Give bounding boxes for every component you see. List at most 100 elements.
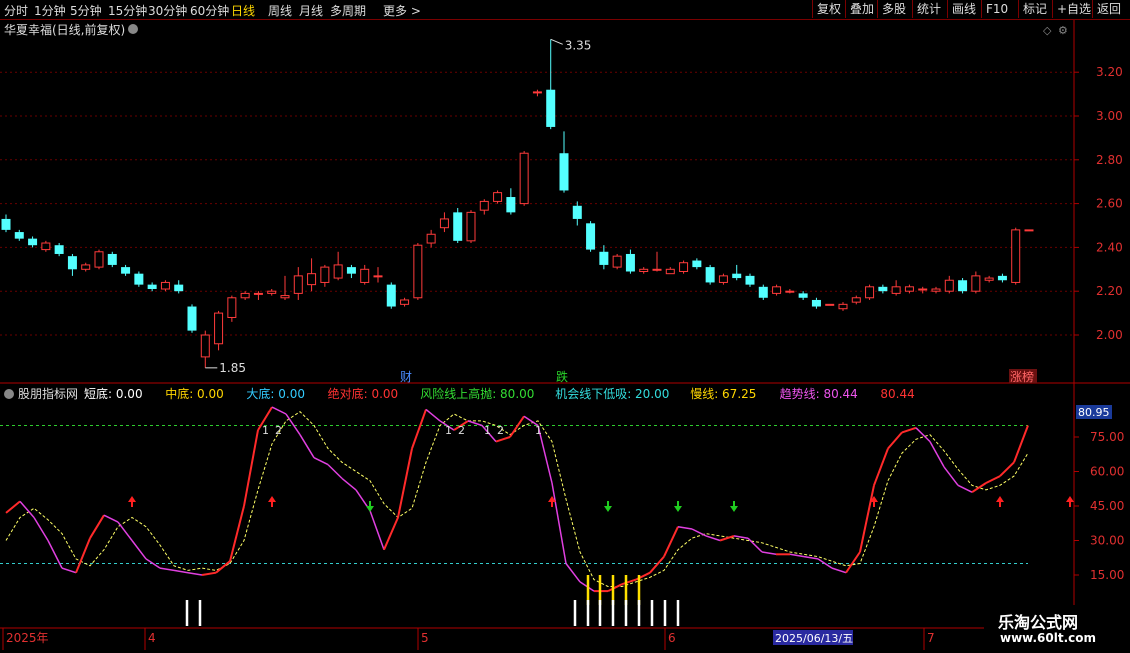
cursor-date: 2025/06/13/五	[775, 632, 853, 645]
signal-number: 2	[275, 424, 282, 437]
down-arrow-icon	[730, 501, 738, 512]
toolbar-button-1[interactable]: 叠加	[845, 0, 879, 18]
period-tab-4[interactable]: 30分钟	[148, 2, 187, 19]
candle-body	[426, 233, 436, 244]
candle-body	[479, 200, 489, 211]
candle-body	[1024, 229, 1034, 232]
chevron-down-icon	[4, 389, 14, 399]
trend-segment	[299, 434, 315, 459]
trend-segment	[215, 560, 231, 574]
trend-segment	[929, 441, 945, 468]
price-axis-label: 2.20	[1096, 284, 1123, 298]
candle-body	[54, 245, 64, 254]
up-arrow-icon	[996, 496, 1004, 507]
ind-axis-label: 60.00	[1090, 465, 1124, 479]
candle-body	[134, 273, 144, 285]
period-tab-10[interactable]: 更多 >	[383, 2, 421, 19]
trend-segment	[159, 567, 175, 572]
indicator-value: 中底: 0.00	[165, 386, 224, 401]
candle-body	[121, 267, 131, 274]
event-tag: 财	[400, 370, 412, 384]
trend-segment	[803, 555, 819, 560]
candle-body	[267, 290, 277, 294]
trend-segment	[915, 427, 931, 443]
period-tab-6[interactable]: 日线	[231, 2, 255, 19]
candle-body	[94, 251, 104, 268]
candle-body	[679, 262, 689, 272]
period-tab-0[interactable]: 分时	[4, 2, 28, 19]
signal-number: 1	[445, 424, 452, 437]
indicator-value: 短底: 0.00	[84, 386, 143, 401]
toolbar-button-8[interactable]: 返回	[1092, 0, 1126, 18]
toolbar-button-0[interactable]: 复权	[812, 0, 846, 18]
toolbar-button-3[interactable]: 统计	[912, 0, 946, 18]
candle-body	[891, 286, 901, 294]
candle-body	[320, 266, 330, 283]
trend-segment	[621, 578, 637, 586]
trend-segment	[89, 514, 105, 539]
chart-area: 华夏幸福(日线,前复权) ◇ ⚙ 3.20 3.00 2.80 2.60 2.40 2.20 2.…	[0, 20, 1130, 653]
candle-body	[838, 303, 848, 310]
price-axis-label: 2.40	[1096, 240, 1123, 254]
candle-body	[718, 275, 728, 283]
candle-body	[705, 267, 715, 283]
period-tab-3[interactable]: 15分钟	[108, 2, 147, 19]
candle-body	[41, 242, 51, 251]
trend-segment	[957, 484, 973, 493]
candle-body	[14, 232, 24, 239]
candle-body	[931, 288, 941, 292]
trend-segment	[5, 500, 21, 514]
candle-body	[439, 218, 449, 229]
period-tab-8[interactable]: 月线	[299, 2, 323, 19]
trend-segment	[173, 569, 189, 574]
signal-number: 1	[484, 424, 491, 437]
candle-body	[280, 295, 290, 299]
period-tab-5[interactable]: 60分钟	[190, 2, 229, 19]
trend-segment	[327, 464, 343, 479]
period-tab-1[interactable]: 1分钟	[34, 2, 66, 19]
toolbar-button-4[interactable]: 画线	[947, 0, 981, 18]
candle-body	[107, 253, 117, 265]
trend-segment	[943, 466, 959, 486]
candle-body	[559, 153, 569, 191]
candle-body	[453, 212, 463, 241]
toolbar-button-5[interactable]: F10	[981, 0, 1013, 18]
candle-body	[745, 275, 755, 285]
chevron-down-icon	[128, 24, 138, 34]
period-tab-2[interactable]: 5分钟	[70, 2, 102, 19]
toolbar-button-7[interactable]: +自选	[1052, 0, 1096, 18]
candle-body	[346, 267, 356, 274]
indicator-value: 慢线: 67.25	[690, 387, 756, 401]
time-label: 2025年	[6, 631, 49, 645]
period-tab-9[interactable]: 多周期	[330, 2, 366, 19]
indicator-value: 大底: 0.00	[246, 386, 305, 401]
trend-segment	[61, 567, 77, 574]
candle-body	[493, 192, 503, 202]
candle-body	[386, 284, 396, 307]
candle-body	[200, 334, 210, 358]
candle-body	[360, 268, 370, 283]
ind-axis-label: 45.00	[1090, 499, 1124, 513]
trend-segment	[733, 535, 749, 539]
trend-segment	[467, 420, 483, 427]
price-axis-label: 2.60	[1096, 197, 1123, 211]
trend-segment	[369, 510, 385, 550]
price-axis-label: 2.00	[1096, 328, 1123, 342]
toolbar-button-2[interactable]: 多股	[877, 0, 911, 18]
candle-body	[253, 292, 263, 295]
signal-number: 2	[458, 424, 465, 437]
indicator-value: 80.44	[880, 387, 914, 401]
candle-body	[227, 297, 237, 318]
candle-body	[572, 205, 582, 219]
candle-body	[639, 268, 649, 272]
period-tab-7[interactable]: 周线	[268, 2, 292, 19]
toolbar-button-6[interactable]: 标记	[1018, 0, 1052, 18]
up-arrow-icon	[128, 496, 136, 507]
ind-axis-label: 15.00	[1090, 568, 1124, 582]
trend-segment	[873, 448, 889, 486]
indicator-value: 绝对底: 0.00	[328, 386, 399, 401]
trend-segment	[117, 521, 133, 541]
trend-segment	[411, 409, 427, 449]
candle-body	[971, 275, 981, 292]
event-tag: 涨榜	[1010, 369, 1034, 384]
